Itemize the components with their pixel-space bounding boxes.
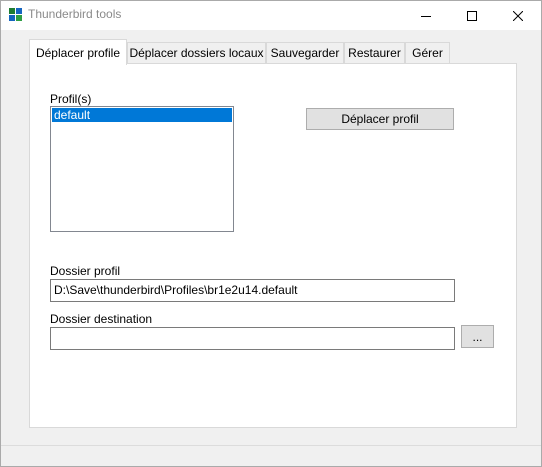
tab-panel-deplacer-profile: Profil(s) default Déplacer profil Dossie… xyxy=(29,63,517,428)
tab-label: Déplacer dossiers locaux xyxy=(129,46,264,60)
tab-label: Gérer xyxy=(412,46,443,60)
tab-label: Déplacer profile xyxy=(35,45,121,60)
destination-folder-label: Dossier destination xyxy=(50,312,153,326)
tab-deplacer-profile[interactable]: Déplacer profile xyxy=(29,39,127,65)
profiles-label: Profil(s) xyxy=(50,92,92,106)
tab-restaurer[interactable]: Restaurer xyxy=(344,42,405,63)
profile-folder-field[interactable]: D:\Save\thunderbird\Profiles\br1e2u14.de… xyxy=(50,279,455,302)
move-profile-button[interactable]: Déplacer profil xyxy=(306,108,454,130)
thunderbird-tools-icon xyxy=(9,8,22,21)
destination-folder-field[interactable] xyxy=(50,327,455,350)
maximize-icon xyxy=(467,10,477,21)
close-icon xyxy=(513,10,523,21)
browse-button[interactable]: ... xyxy=(461,325,494,348)
move-profile-button-label: Déplacer profil xyxy=(341,112,419,126)
tab-gerer[interactable]: Gérer xyxy=(405,42,450,63)
tab-deplacer-dossiers-locaux[interactable]: Déplacer dossiers locaux xyxy=(127,42,266,63)
profile-folder-label: Dossier profil xyxy=(50,264,121,278)
app-window: Thunderbird tools Déplacer profile Dépla… xyxy=(0,0,542,467)
window-title: Thunderbird tools xyxy=(28,7,122,21)
browse-button-label: ... xyxy=(472,329,483,344)
close-button[interactable] xyxy=(495,1,541,30)
minimize-icon xyxy=(421,15,431,17)
list-item[interactable]: default xyxy=(52,108,232,122)
tab-sauvegarder[interactable]: Sauvegarder xyxy=(266,42,344,63)
tab-label: Restaurer xyxy=(348,46,401,60)
status-bar-divider xyxy=(1,445,541,446)
tab-label: Sauvegarder xyxy=(270,46,340,60)
minimize-button[interactable] xyxy=(403,1,449,30)
profiles-listbox[interactable]: default xyxy=(50,106,234,232)
maximize-button[interactable] xyxy=(449,1,495,30)
title-bar[interactable]: Thunderbird tools xyxy=(1,1,541,30)
